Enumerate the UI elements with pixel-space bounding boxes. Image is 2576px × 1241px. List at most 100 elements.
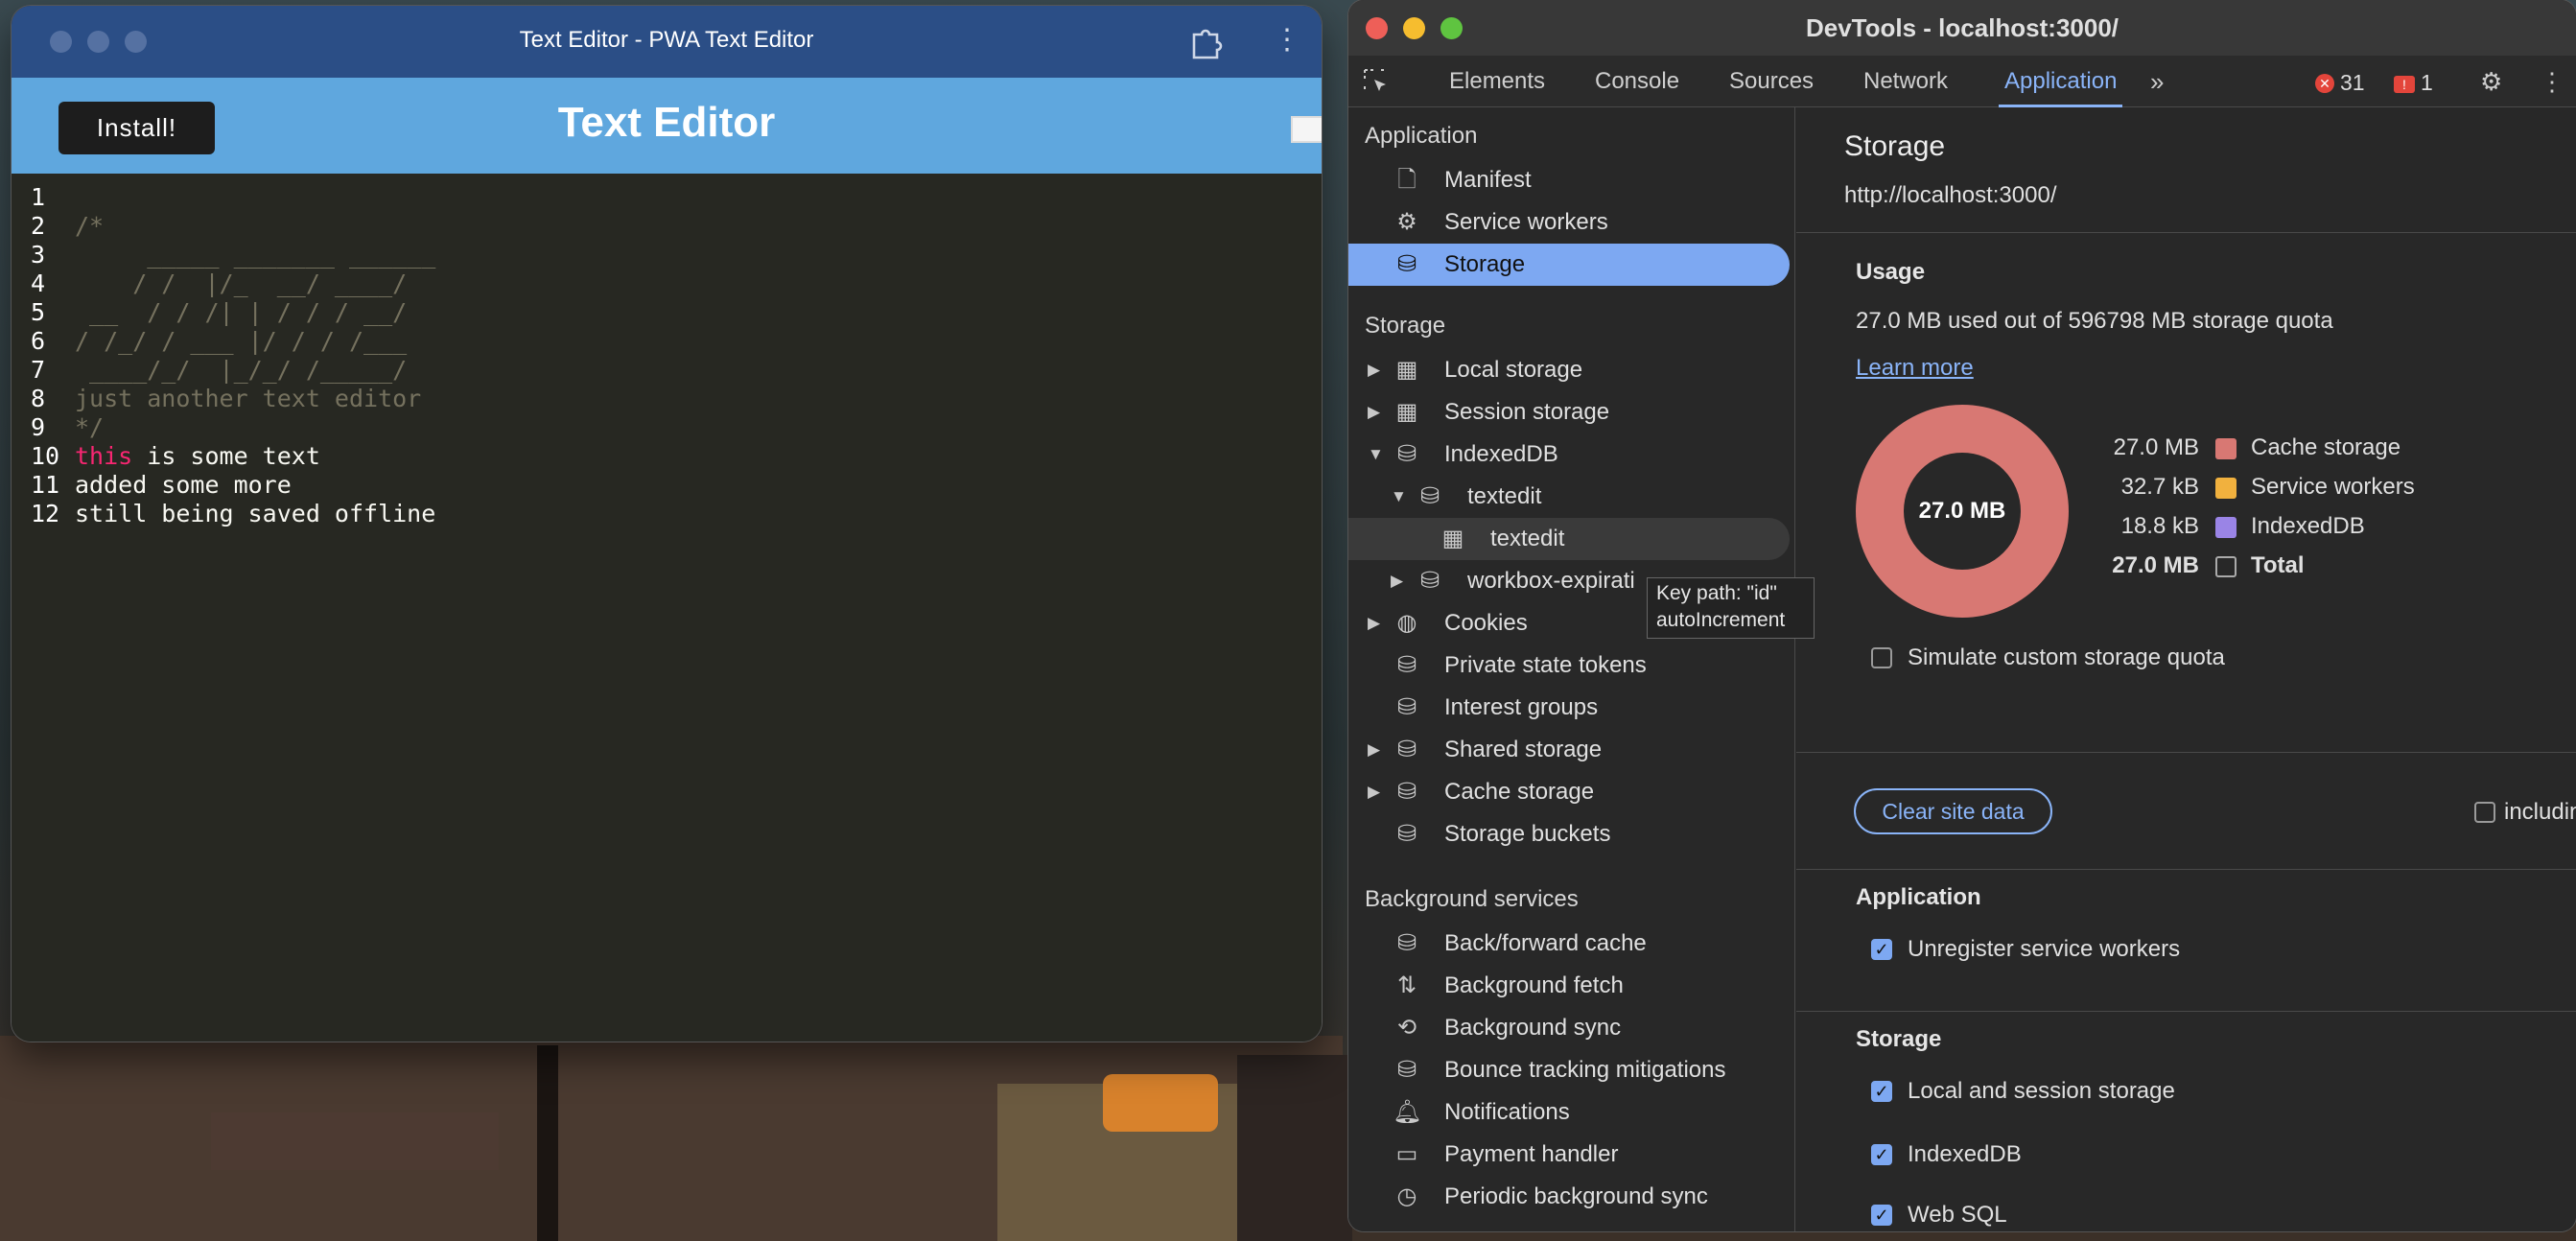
sidebar-item-private-state-tokens[interactable]: ⛁ Private state tokens <box>1348 644 1790 687</box>
error-count: 31 <box>2340 70 2365 95</box>
sidebar-item-label: Manifest <box>1444 167 1532 193</box>
warning-count-badge[interactable]: ! 1 <box>2394 68 2433 97</box>
tab-network[interactable]: Network <box>1863 56 1948 107</box>
sidebar-item-indexeddb[interactable]: ▼ ⛁ IndexedDB <box>1348 433 1790 476</box>
database-icon: ⛁ <box>1419 568 1440 594</box>
sidebar-item-label: workbox-expirati <box>1467 568 1635 594</box>
gears-icon: ⚙ <box>1396 209 1417 235</box>
line-code: */ <box>75 413 105 441</box>
sidebar-item-local-storage[interactable]: ▶ ▦ Local storage <box>1348 349 1790 391</box>
learn-more-link[interactable]: Learn more <box>1856 355 1974 382</box>
more-vert-icon[interactable]: ⋮ <box>1273 23 1301 61</box>
sidebar-item-notifications[interactable]: 🔔︎ Notifications <box>1348 1091 1790 1134</box>
sidebar-item-periodic-background-sync[interactable]: ◷ Periodic background sync <box>1348 1176 1790 1218</box>
legend-item: 18.8 kB IndexedDB <box>2120 513 2365 539</box>
inspect-element-icon[interactable] <box>1362 67 1391 96</box>
sidebar-item-shared-storage[interactable]: ▶ ⛁ Shared storage <box>1348 729 1790 771</box>
tab-console[interactable]: Console <box>1595 56 1679 107</box>
application-section-heading: Application <box>1856 884 1981 910</box>
indexeddb-checkbox[interactable]: ✓ <box>1871 1144 1892 1165</box>
error-count-badge[interactable]: ✕ 31 <box>2315 68 2365 97</box>
devtools-titlebar: DevTools - localhost:3000/ <box>1348 0 2576 56</box>
sidebar-item-textedit-db[interactable]: ▼ ⛁ textedit <box>1348 476 1790 518</box>
database-icon: ⛁ <box>1396 251 1417 277</box>
line-code: / / |/_ __/ ____/ <box>75 269 408 297</box>
table-icon: ▦ <box>1441 526 1464 551</box>
extension-puzzle-icon[interactable] <box>1188 25 1227 59</box>
sidebar-item-textedit-store[interactable]: ▦ textedit <box>1348 518 1790 560</box>
simulate-quota-label: Simulate custom storage quota <box>1908 644 2225 670</box>
legend-swatch <box>2215 517 2236 538</box>
local-session-label: Local and session storage <box>1908 1078 2175 1104</box>
devtools-window-title: DevTools - localhost:3000/ <box>1805 13 2119 42</box>
cookie-icon: ◍ <box>1396 610 1417 636</box>
simulate-quota-checkbox[interactable] <box>1871 647 1892 668</box>
sidebar-item-service-workers[interactable]: ⚙ Service workers <box>1348 201 1790 244</box>
line-code: _____ _______ ______ <box>75 241 436 269</box>
sidebar-item-label: Local storage <box>1444 357 1583 383</box>
expand-arrow-icon[interactable]: ▶ <box>1368 349 1387 391</box>
expand-arrow-icon[interactable]: ▶ <box>1368 391 1387 433</box>
tab-elements[interactable]: Elements <box>1449 56 1545 107</box>
database-icon: ⛁ <box>1396 821 1417 847</box>
sidebar-item-label: Back/forward cache <box>1444 930 1647 956</box>
more-vert-icon[interactable]: ⋮ <box>2540 67 2564 96</box>
clock-icon: ◷ <box>1396 1183 1417 1209</box>
expand-arrow-icon[interactable]: ▶ <box>1391 560 1410 602</box>
tab-sources[interactable]: Sources <box>1729 56 1814 107</box>
local-session-checkbox[interactable]: ✓ <box>1871 1081 1892 1102</box>
sidebar-item-interest-groups[interactable]: ⛁ Interest groups <box>1348 687 1790 729</box>
collapse-arrow-icon[interactable]: ▼ <box>1368 433 1387 476</box>
sidebar-item-label: Shared storage <box>1444 737 1603 762</box>
sidebar-item-label: textedit <box>1467 483 1542 509</box>
sidebar-item-session-storage[interactable]: ▶ ▦ Session storage <box>1348 391 1790 433</box>
sidebar-item-label: textedit <box>1490 526 1565 551</box>
expand-arrow-icon[interactable]: ▶ <box>1368 771 1387 813</box>
legend-swatch <box>2215 438 2236 459</box>
issue-icon: ! <box>2394 76 2415 93</box>
more-tabs-icon[interactable]: » <box>2150 67 2164 96</box>
line-code: this is some text <box>75 442 320 470</box>
sidebar-item-bounce-tracking[interactable]: ⛁ Bounce tracking mitigations <box>1348 1049 1790 1091</box>
sidebar-item-label: Session storage <box>1444 399 1610 425</box>
sync-icon: ⟲ <box>1396 1015 1417 1041</box>
clear-site-data-button[interactable]: Clear site data <box>1854 788 2052 834</box>
expand-arrow-icon[interactable]: ▶ <box>1368 729 1387 771</box>
line-code: ____/_/ |_/_/ /_____/ <box>75 356 408 384</box>
database-icon: ⛁ <box>1396 1057 1417 1083</box>
tab-application[interactable]: Application <box>1999 56 2123 107</box>
app-window-title: Text Editor - PWA Text Editor <box>519 27 814 53</box>
sidebar-item-label: Cache storage <box>1444 779 1595 805</box>
warning-count: 1 <box>2421 70 2433 95</box>
sidebar-item-storage-buckets[interactable]: ⛁ Storage buckets <box>1348 813 1790 855</box>
sidebar-heading-application: Application <box>1365 123 1478 149</box>
tooltip-line-1: Key path: "id" <box>1656 582 1777 604</box>
sidebar-item-label: Service workers <box>1444 209 1608 235</box>
collapse-arrow-icon[interactable]: ▼ <box>1391 476 1410 518</box>
sidebar-item-label: Background fetch <box>1444 972 1624 998</box>
sidebar-item-cache-storage[interactable]: ▶ ⛁ Cache storage <box>1348 771 1790 813</box>
sidebar-item-payment-handler[interactable]: ▭ Payment handler <box>1348 1134 1790 1176</box>
sidebar-item-back-forward-cache[interactable]: ⛁ Back/forward cache <box>1348 923 1790 965</box>
third-party-cookies-checkbox[interactable] <box>2474 802 2495 823</box>
storage-section-heading: Storage <box>1856 1026 1942 1052</box>
up-down-arrows-icon: ⇅ <box>1396 972 1417 998</box>
sidebar-item-manifest[interactable]: 🗋 Manifest <box>1348 159 1790 201</box>
expand-arrow-icon[interactable]: ▶ <box>1368 602 1387 644</box>
sidebar-item-background-fetch[interactable]: ⇅ Background fetch <box>1348 965 1790 1007</box>
text-editor-window: Text Editor - PWA Text Editor ⋮ Install!… <box>12 6 1322 1042</box>
database-icon: ⛁ <box>1396 930 1417 956</box>
database-icon: ⛁ <box>1419 483 1440 509</box>
websql-checkbox[interactable]: ✓ <box>1871 1205 1892 1226</box>
sidebar-item-label: Cookies <box>1444 610 1528 636</box>
divider <box>1796 1011 2576 1012</box>
sidebar-item-label: Private state tokens <box>1444 652 1647 678</box>
unregister-sw-checkbox[interactable]: ✓ <box>1871 939 1892 960</box>
sidebar-item-storage[interactable]: ⛁ Storage <box>1348 244 1790 286</box>
code-editor[interactable]: 1 2/* 3 _____ _______ ______ 4 / / |/_ __/ … <box>12 174 1322 1042</box>
devtools-tab-bar: Elements Console Sources Network Applica… <box>1348 56 2576 107</box>
line-code: just another text editor <box>75 385 422 412</box>
sidebar-item-background-sync[interactable]: ⟲ Background sync <box>1348 1007 1790 1049</box>
error-icon: ✕ <box>2315 74 2334 93</box>
settings-gear-icon[interactable]: ⚙ <box>2480 67 2502 96</box>
